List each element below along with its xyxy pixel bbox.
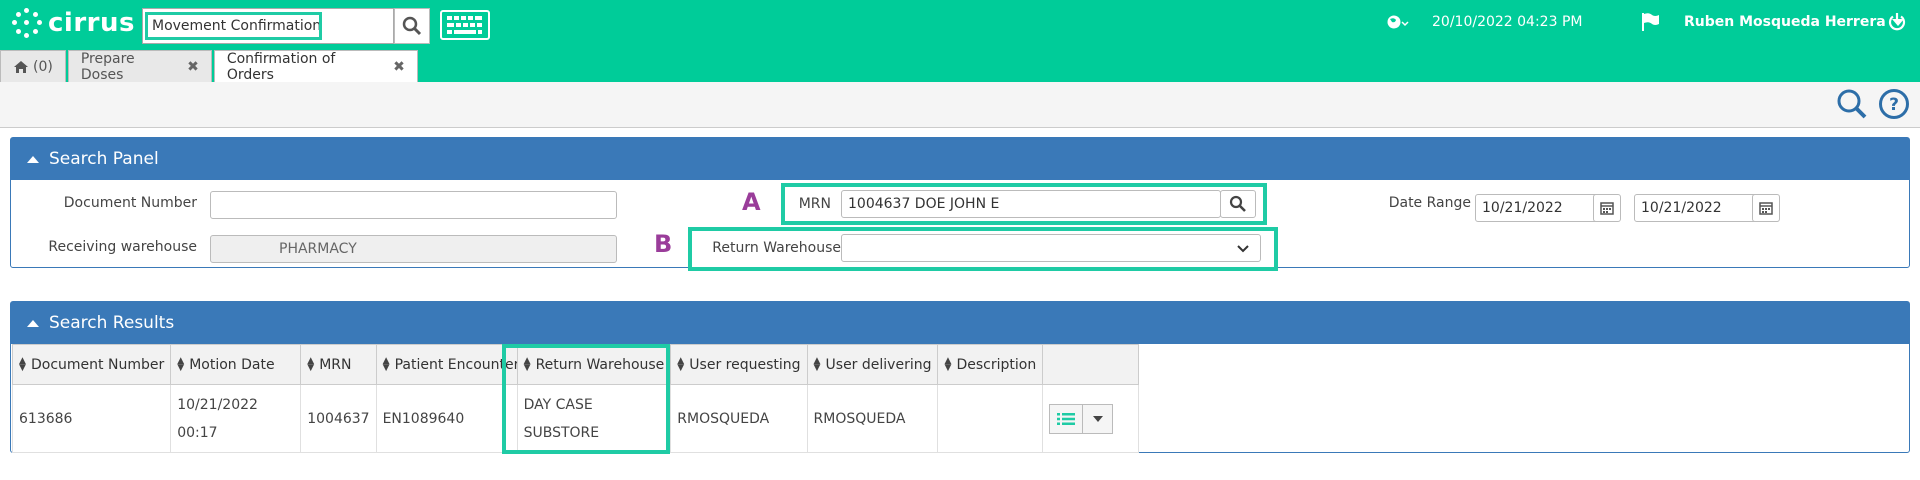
power-icon (1888, 13, 1906, 31)
row-details-button[interactable] (1049, 403, 1084, 434)
document-number-label: Document Number (63, 195, 197, 211)
tab-prepare-doses[interactable]: Prepare Doses ✖ (67, 50, 212, 83)
flag-icon (1642, 13, 1659, 31)
cell-motion-date: 10/21/2022 00:17 (170, 384, 302, 453)
sort-icon: ▲ ▼ (307, 355, 315, 373)
tab-home-label: (0) (33, 58, 53, 75)
cell-actions (1042, 384, 1140, 453)
column-header-description[interactable]: ▲ ▼ Description (937, 344, 1044, 385)
sort-icon: ▲ ▼ (677, 355, 685, 373)
search-panel-title: Search Panel (49, 149, 159, 169)
receiving-warehouse-label: Receiving warehouse (48, 239, 197, 255)
list-icon (1057, 412, 1076, 425)
search-icon (1229, 195, 1246, 212)
logout-button[interactable] (1887, 12, 1907, 36)
help-button[interactable]: ? (1878, 88, 1910, 124)
return-warehouse-column-highlight (502, 344, 670, 454)
sort-icon: ▲ ▼ (382, 355, 390, 373)
document-number-input[interactable] (210, 191, 617, 219)
sort-icon: ▲ ▼ (944, 355, 952, 373)
search-results-title: Search Results (49, 313, 175, 333)
notifications-flag[interactable] (1640, 12, 1660, 36)
mrn-label: MRN (798, 196, 831, 212)
column-header-actions (1042, 344, 1140, 385)
cirrus-logo-icon (12, 8, 42, 38)
row-action-group (1049, 403, 1132, 434)
cell-user-delivering: RMOSQUEDA (806, 384, 939, 453)
column-header-document-number[interactable]: ▲ ▼ Document Number (11, 344, 172, 385)
sort-icon: ▲ ▼ (19, 355, 26, 373)
close-icon[interactable]: ✖ (187, 59, 199, 75)
date-range-label: Date Range (1388, 195, 1471, 211)
tab-label: Confirmation of Orders (226, 50, 336, 83)
row-menu-button[interactable] (1083, 403, 1114, 434)
search-icon (402, 16, 422, 36)
annotation-marker-b: B (654, 230, 673, 258)
calendar-icon (1600, 202, 1614, 215)
keyboard-button[interactable] (440, 10, 490, 40)
receiving-warehouse-input: PHARMACY (210, 235, 617, 263)
home-icon (14, 60, 28, 73)
global-search (142, 8, 394, 44)
help-icon: ? (1879, 89, 1909, 119)
user-name: Ruben Mosqueda Herrera (1684, 14, 1886, 30)
collapse-icon (27, 319, 39, 327)
globe-icon (1387, 15, 1409, 29)
date-from-input[interactable]: 10/21/2022 (1475, 194, 1605, 222)
return-warehouse-select[interactable] (841, 234, 1261, 262)
mrn-search-button[interactable] (1220, 190, 1256, 218)
column-header-motion-date[interactable]: ▲ ▼ Motion Date (170, 344, 302, 385)
svg-text:?: ? (1889, 95, 1899, 115)
cell-patient-encounter: EN1089640 (375, 384, 518, 453)
collapse-icon (27, 155, 39, 163)
mrn-input[interactable]: 1004637 DOE JOHN E (841, 190, 1221, 218)
date-to-input[interactable]: 10/21/2022 (1634, 194, 1764, 222)
search-panel-header[interactable]: Search Panel (11, 138, 1909, 180)
current-datetime: 20/10/2022 04:23 PM (1432, 14, 1583, 30)
user-menu[interactable]: Ruben Mosqueda Herrera (1684, 14, 1904, 30)
cell-mrn: 1004637 (300, 384, 377, 453)
keyboard-icon (447, 16, 482, 34)
search-icon (1837, 89, 1867, 119)
page-toolbar: ? (0, 82, 1920, 128)
tab-home[interactable]: (0) (0, 50, 66, 82)
sort-icon: ▲ ▼ (813, 355, 821, 373)
tab-label: Prepare Doses (80, 50, 135, 83)
search-results-panel: Search Results ▲ ▼ Document Number ▲ ▼ Motio… (10, 301, 1910, 454)
global-search-button[interactable] (394, 8, 430, 44)
return-warehouse-label: Return Warehouse (712, 240, 841, 256)
column-header-mrn[interactable]: ▲ ▼ MRN (300, 344, 377, 385)
column-header-patient-encounter[interactable]: ▲ ▼ Patient Encounter (375, 344, 518, 385)
column-header-user-requesting[interactable]: ▲ ▼ User requesting (670, 344, 808, 385)
sort-icon: ▲ ▼ (177, 355, 185, 373)
column-header-user-delivering[interactable]: ▲ ▼ User delivering (806, 344, 939, 385)
cell-user-requesting: RMOSQUEDA (670, 384, 808, 453)
calendar-icon (1759, 202, 1773, 215)
app-logo[interactable]: cirrus (12, 8, 135, 38)
close-icon[interactable]: ✖ (393, 59, 405, 75)
search-panel: Search Panel Document Number Receiving w… (10, 137, 1910, 271)
cell-document-number: 613686 (11, 384, 172, 453)
date-from-picker[interactable] (1593, 194, 1621, 222)
annotation-marker-a: A (742, 188, 761, 216)
language-selector[interactable] (1387, 14, 1409, 34)
tab-confirmation-of-orders[interactable]: Confirmation of Orders ✖ (213, 50, 418, 83)
global-search-input[interactable] (145, 12, 322, 40)
date-to-picker[interactable] (1752, 194, 1780, 222)
toolbar-search-button[interactable] (1836, 88, 1868, 124)
cell-description (937, 384, 1044, 453)
logo-text: cirrus (48, 8, 135, 38)
caret-down-icon (1092, 415, 1103, 422)
search-results-header[interactable]: Search Results (11, 302, 1909, 344)
chevron-down-icon (1237, 245, 1249, 253)
tab-bar: (0) Prepare Doses ✖ Confirmation of Orde… (0, 50, 418, 83)
